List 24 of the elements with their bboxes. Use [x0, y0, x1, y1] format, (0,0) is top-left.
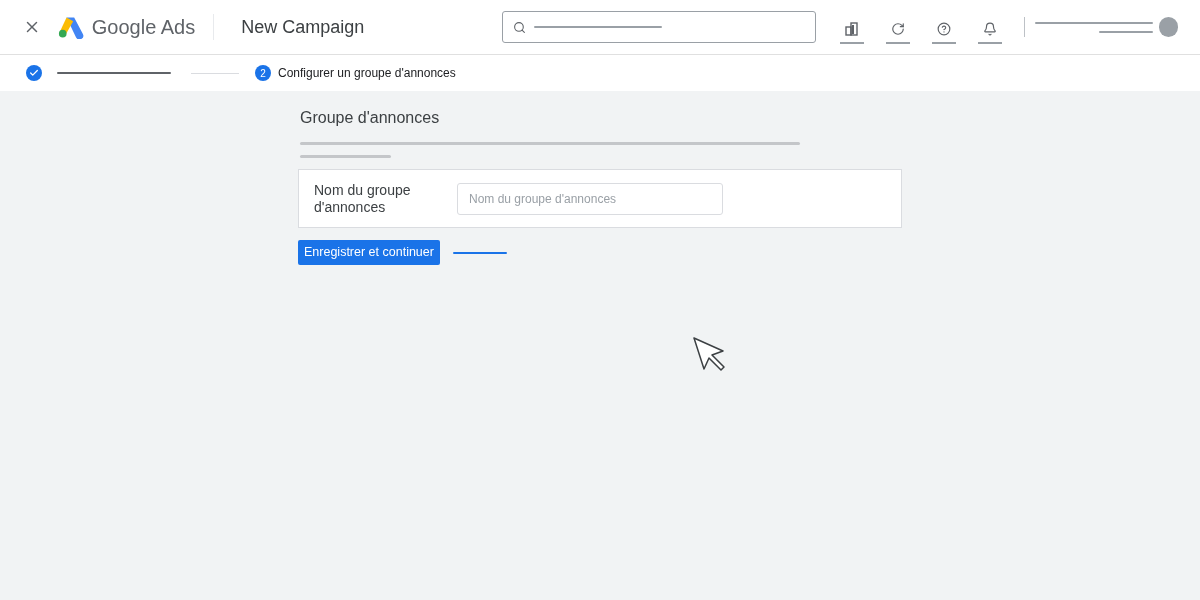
input-field[interactable]: Nom du groupe d'annonces: [457, 182, 723, 215]
step-number: 2: [255, 65, 271, 81]
refresh-button[interactable]: [885, 22, 910, 44]
help-icon: [936, 22, 951, 36]
logo-icon: [57, 15, 84, 39]
page-title: New Campaign: [241, 15, 365, 39]
refresh-icon: [890, 22, 905, 36]
help-button[interactable]: [931, 22, 956, 44]
search-icon: [513, 20, 527, 34]
text-placeholder-bar: [1098, 30, 1153, 33]
cursor-icon: [693, 337, 727, 371]
field-label: Nom du groupe d'annonces: [314, 181, 412, 216]
reports-button[interactable]: [839, 22, 864, 44]
bell-icon: [982, 22, 997, 36]
save-continue-button[interactable]: Enregistrer et continuer: [298, 240, 440, 265]
notifications-button[interactable]: [977, 22, 1002, 44]
search-field[interactable]: [502, 11, 816, 43]
brand-name: Google Ads: [91, 15, 196, 40]
avatar[interactable]: [1158, 17, 1178, 37]
step-check-icon: [26, 65, 42, 81]
text-placeholder-bar: [452, 251, 507, 254]
step-label: Configurer un groupe d'annonces: [278, 65, 456, 82]
bar-chart-icon: [844, 22, 859, 36]
section-title: Groupe d'annonces: [300, 108, 441, 128]
